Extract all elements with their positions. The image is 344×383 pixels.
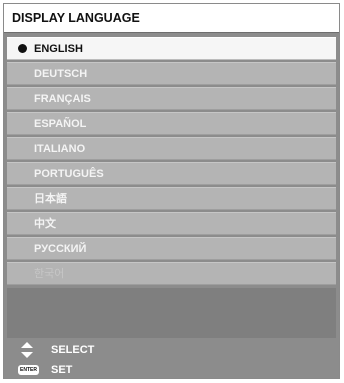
list-empty-area (7, 288, 336, 338)
language-item-deutsch[interactable]: DEUTSCH (7, 62, 336, 85)
up-down-arrows-icon (21, 342, 33, 358)
language-label: ITALIANO (34, 143, 86, 155)
language-item-japanese[interactable]: 日本語 (7, 187, 336, 210)
language-label: 日本語 (34, 193, 67, 205)
guide-set: ENTER SET (4, 360, 339, 378)
set-label: SET (51, 364, 73, 376)
language-item-italiano[interactable]: ITALIANO (7, 137, 336, 160)
operation-guide: SELECT ENTER SET (4, 338, 339, 378)
language-list: ENGLISH DEUTSCH FRANÇAIS ESPAÑOL ITALIAN… (7, 37, 336, 287)
language-item-espanol[interactable]: ESPAÑOL (7, 112, 336, 135)
language-item-english[interactable]: ENGLISH (7, 37, 336, 60)
language-label: FRANÇAIS (34, 93, 91, 105)
menu-title: DISPLAY LANGUAGE (4, 4, 339, 33)
display-language-menu: DISPLAY LANGUAGE ENGLISH DEUTSCH FRANÇAI… (3, 3, 340, 379)
language-label: DEUTSCH (34, 68, 88, 80)
language-item-francais[interactable]: FRANÇAIS (7, 87, 336, 110)
selected-bullet-icon (18, 44, 27, 53)
language-item-portugues[interactable]: PORTUGUÊS (7, 162, 336, 185)
guide-select: SELECT (4, 340, 339, 360)
select-label: SELECT (51, 344, 95, 356)
language-label: 中文 (34, 218, 56, 230)
language-label: ENGLISH (34, 43, 83, 55)
language-label: PORTUGUÊS (34, 168, 104, 180)
enter-key-icon: ENTER (18, 365, 39, 375)
language-label: РУССКИЙ (34, 243, 87, 255)
language-item-korean: 한국어 (7, 262, 336, 285)
language-label: ESPAÑOL (34, 118, 87, 130)
language-label: 한국어 (34, 268, 65, 280)
language-item-russian[interactable]: РУССКИЙ (7, 237, 336, 260)
language-item-chinese[interactable]: 中文 (7, 212, 336, 235)
